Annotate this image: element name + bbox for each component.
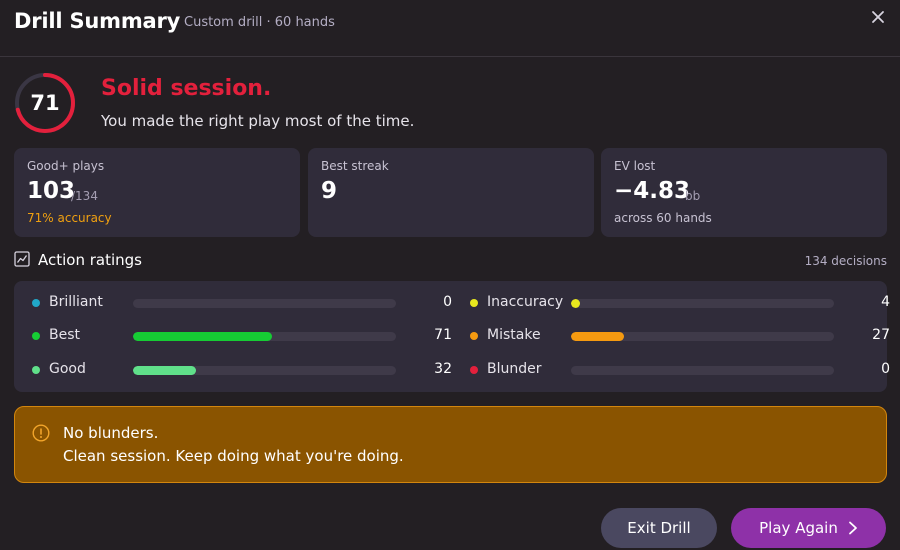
close-icon <box>872 11 884 23</box>
exit-drill-button[interactable]: Exit Drill <box>601 508 717 548</box>
stat-card-ev-lost: EV lost −4.83 bb across 60 hands <box>601 148 887 237</box>
dialog-header: Drill Summary Custom drill · 60 hands <box>0 0 900 57</box>
rating-bar-track <box>571 332 834 341</box>
stat-value: 103 <box>27 178 76 204</box>
rating-bar-track <box>133 332 396 341</box>
rating-label: Good <box>49 361 86 377</box>
notice-body: Clean session. Keep doing what you're do… <box>63 447 404 465</box>
rating-row-inaccuracy: Inaccuracy 4 <box>470 292 890 314</box>
rating-bar-track <box>133 366 396 375</box>
score-value: 71 <box>30 91 60 115</box>
rating-count: 0 <box>443 294 452 310</box>
ratings-panel: Brilliant 0 Best 71 Good 32 Inaccuracy 4… <box>14 281 890 392</box>
stat-card-best-streak: Best streak 9 <box>308 148 594 237</box>
rating-bar-track <box>133 299 396 308</box>
rating-row-best: Best 71 <box>32 325 452 347</box>
close-button[interactable] <box>868 7 888 27</box>
rating-count: 71 <box>434 327 452 343</box>
rating-label: Blunder <box>487 361 542 377</box>
rating-row-mistake: Mistake 27 <box>470 325 890 347</box>
stat-label: EV lost <box>614 159 656 173</box>
no-blunders-notice: No blunders. Clean session. Keep doing w… <box>14 406 887 483</box>
chevron-right-icon <box>848 521 857 535</box>
play-again-button[interactable]: Play Again <box>731 508 886 548</box>
rating-row-blunder: Blunder 0 <box>470 359 890 381</box>
rating-count: 4 <box>881 294 890 310</box>
score-ring: 71 <box>14 72 76 134</box>
rating-bar-fill <box>133 366 196 375</box>
stat-label: Best streak <box>321 159 389 173</box>
stat-note: across 60 hands <box>614 211 712 225</box>
rating-bar-fill <box>571 299 581 308</box>
rating-dot <box>32 299 40 307</box>
rating-label: Mistake <box>487 327 541 343</box>
rating-row-good: Good 32 <box>32 359 452 381</box>
rating-label: Inaccuracy <box>487 294 564 310</box>
rating-bar-fill <box>133 332 273 341</box>
rating-count: 32 <box>434 361 452 377</box>
rating-count: 0 <box>881 361 890 377</box>
stat-unit: /134 <box>71 189 98 203</box>
stat-value: −4.83 <box>614 178 691 204</box>
stat-value: 9 <box>321 178 338 204</box>
play-again-label: Play Again <box>759 519 838 537</box>
rating-label: Brilliant <box>49 294 103 310</box>
session-headline: Solid session. <box>101 76 272 101</box>
session-tagline: You made the right play most of the time… <box>101 112 415 130</box>
stat-note: 71% accuracy <box>27 211 112 225</box>
notice-title: No blunders. <box>63 424 159 442</box>
ratings-header: Action ratings 134 decisions <box>14 250 887 272</box>
rating-label: Best <box>49 327 81 343</box>
dialog-title: Drill Summary <box>14 9 181 33</box>
ratings-title: Action ratings <box>38 251 142 269</box>
rating-dot <box>32 332 40 340</box>
rating-bar-fill <box>571 332 624 341</box>
ratings-decision-count: 134 decisions <box>804 254 887 268</box>
rating-dot <box>470 299 478 307</box>
rating-row-brilliant: Brilliant 0 <box>32 292 452 314</box>
rating-dot <box>470 366 478 374</box>
rating-dot <box>470 332 478 340</box>
stat-card-good-plays: Good+ plays 103 /134 71% accuracy <box>14 148 300 237</box>
stat-unit: bb <box>685 189 701 203</box>
rating-bar-track <box>571 299 834 308</box>
chart-icon <box>14 251 30 267</box>
rating-count: 27 <box>872 327 890 343</box>
dialog-subtitle: Custom drill · 60 hands <box>184 15 335 30</box>
exit-drill-label: Exit Drill <box>627 519 691 537</box>
stat-label: Good+ plays <box>27 159 105 173</box>
rating-dot <box>32 366 40 374</box>
rating-bar-track <box>571 366 834 375</box>
info-icon <box>32 424 50 442</box>
